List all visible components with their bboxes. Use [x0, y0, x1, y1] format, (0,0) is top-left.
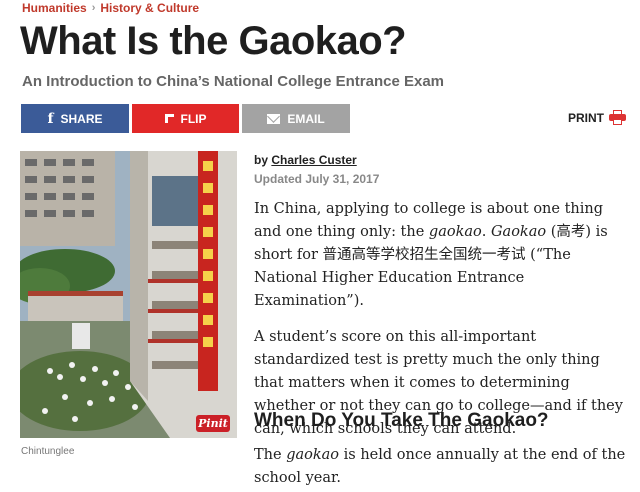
print-label: PRINT: [568, 110, 604, 125]
pinterest-icon: Pinit: [198, 417, 228, 430]
flipboard-share-button[interactable]: FLIP: [132, 104, 239, 133]
article-photo[interactable]: [20, 151, 237, 438]
email-icon: [267, 113, 281, 124]
flipboard-icon: [164, 114, 174, 123]
article-paragraph-1: In China, applying to college is about o…: [254, 201, 608, 309]
byline-prefix: by: [254, 153, 269, 167]
print-button[interactable]: PRINT: [568, 110, 626, 125]
byline: by Charles Custer: [254, 153, 357, 167]
email-share-button[interactable]: EMAIL: [242, 104, 350, 133]
email-share-label: EMAIL: [287, 111, 325, 126]
author-link[interactable]: Charles Custer: [271, 153, 356, 167]
article-paragraph-3: The gaokao is held once annually at the …: [254, 447, 626, 486]
section-heading: When Do You Take The Gaokao?: [254, 410, 549, 431]
breadcrumb-history-culture[interactable]: History & Culture: [100, 1, 199, 15]
breadcrumb: Humanities › History & Culture: [22, 1, 199, 15]
breadcrumb-separator: ›: [91, 2, 96, 14]
printer-icon: [609, 110, 626, 125]
pinterest-pin-button[interactable]: Pinit: [196, 415, 230, 432]
facebook-share-label: SHARE: [60, 111, 103, 126]
breadcrumb-humanities[interactable]: Humanities: [22, 1, 87, 15]
flipboard-share-label: FLIP: [180, 111, 207, 126]
facebook-icon: f: [47, 110, 54, 127]
photo-credit: Chintunglee: [21, 446, 75, 457]
page-subtitle: An Introduction to China’s National Coll…: [22, 73, 444, 90]
page-title: What Is the Gaokao?: [20, 19, 407, 63]
updated-date: Updated July 31, 2017: [254, 172, 380, 186]
facebook-share-button[interactable]: f SHARE: [21, 104, 129, 133]
share-bar: f SHARE FLIP EMAIL: [21, 104, 350, 133]
